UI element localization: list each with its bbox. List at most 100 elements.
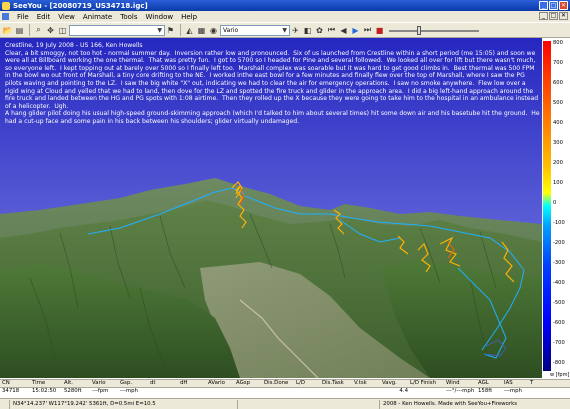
view-mode-select[interactable]: Vario ▼	[220, 24, 290, 36]
toolbar: 📂 ▤ ⌕ ✥ ◫ ▼ ⚑ ◭ ▦ ◉ Vario ▼ ✈ ◧ ✿ ⏮ ◀ ▶ ⏭…	[0, 22, 570, 38]
fast-forward-icon[interactable]: ⏭	[362, 25, 373, 36]
menu-help[interactable]: Help	[177, 13, 201, 21]
cell-vario: ---fpm	[92, 388, 109, 394]
cell-alt: 5280ft	[64, 388, 82, 394]
camera-icon[interactable]: ◧	[302, 25, 313, 36]
col-ld-finish[interactable]: L/D Finish	[408, 380, 444, 387]
globe-icon[interactable]: ◉	[208, 25, 219, 36]
scale-tick: -600	[553, 320, 565, 326]
menu-bar: File Edit View Animate Tools Window Help…	[0, 11, 570, 22]
col-dh[interactable]: dH	[178, 380, 206, 387]
cell-wind: ---°/---mph	[446, 388, 475, 394]
doc-minimize-button[interactable]: _	[539, 12, 548, 20]
animation-speed-slider[interactable]	[389, 25, 479, 36]
save-icon[interactable]: ▤	[14, 25, 25, 36]
menu-file[interactable]: File	[13, 13, 33, 21]
col-gsp[interactable]: Gsp.	[118, 380, 148, 387]
col-ld[interactable]: L/D	[294, 380, 320, 387]
status-indicator	[0, 399, 10, 409]
open-folder-icon[interactable]: 📂	[2, 25, 13, 36]
cell-dis-task	[320, 388, 352, 397]
col-dt[interactable]: dt	[148, 380, 178, 387]
col-agl[interactable]: AGL	[476, 380, 502, 387]
minimize-button[interactable]: _	[539, 1, 548, 10]
color-gradient-bar	[543, 41, 551, 371]
scale-tick: 0	[553, 200, 557, 206]
menu-window[interactable]: Window	[142, 13, 178, 21]
scale-tick: 600	[553, 80, 563, 86]
scale-tick: -700	[553, 340, 565, 346]
scale-tick: -800	[553, 360, 565, 366]
document-window-controls: _ □ ✕	[539, 12, 568, 20]
col-cn[interactable]: CN	[0, 380, 30, 387]
stop-icon[interactable]: ■	[374, 25, 385, 36]
flight-marker-icon[interactable]: ✈	[290, 25, 301, 36]
scale-tick: 500	[553, 100, 563, 106]
col-alt[interactable]: Alt.	[62, 380, 90, 387]
flight-data-table: CN Time Alt. Vario Gsp. dt dH AVario AGs…	[0, 378, 570, 398]
scale-tick: -200	[553, 240, 565, 246]
window-controls: _ □ ✕	[539, 1, 568, 10]
col-ias[interactable]: IAS	[502, 380, 528, 387]
flight-select[interactable]: ▼	[69, 24, 165, 36]
menu-edit[interactable]: Edit	[33, 13, 55, 21]
table-header-row: CN Time Alt. Vario Gsp. dt dH AVario AGs…	[0, 379, 570, 388]
task-icon[interactable]: ⚑	[165, 25, 176, 36]
maximize-button[interactable]: □	[549, 1, 558, 10]
3d-view-icon[interactable]: ◭	[184, 25, 195, 36]
scale-tick: 100	[553, 180, 563, 186]
cell-agsp	[234, 388, 262, 397]
toolbar-separator	[180, 24, 181, 36]
zoom-icon[interactable]: ⌕	[33, 25, 44, 36]
col-wind[interactable]: Wind	[444, 380, 476, 387]
scale-tick: -300	[553, 260, 565, 266]
3d-flight-view[interactable]: Crestline, 19 July 2008 - US 166, Ken Ho…	[0, 38, 542, 378]
colors-icon[interactable]: ✿	[314, 25, 325, 36]
step-back-icon[interactable]: ◀	[338, 25, 349, 36]
pan-icon[interactable]: ✥	[45, 25, 56, 36]
app-icon	[2, 1, 10, 10]
play-icon[interactable]: ▶	[350, 25, 361, 36]
cell-agl: 158ft	[478, 388, 493, 394]
menu-tools[interactable]: Tools	[116, 13, 141, 21]
doc-close-button[interactable]: ✕	[559, 12, 568, 20]
scale-tick: -500	[553, 300, 565, 306]
status-credit: 2008 - Ken Howells. Made with SeeYou+Fir…	[383, 400, 518, 407]
scale-tick: -100	[553, 220, 565, 226]
col-time[interactable]: Time	[30, 380, 62, 387]
layers-icon[interactable]: ◫	[57, 25, 68, 36]
scale-tick: 300	[553, 140, 563, 146]
col-vario[interactable]: Vario	[90, 380, 118, 387]
col-dis-task[interactable]: Dis.Task	[320, 380, 352, 387]
scale-tick: 800	[553, 40, 563, 46]
col-vavg[interactable]: Vavg.	[380, 380, 408, 387]
map-icon[interactable]: ▦	[196, 25, 207, 36]
col-dis-done[interactable]: Dis.Done	[262, 380, 294, 387]
cell-task-note: 4.4	[399, 388, 408, 394]
col-t[interactable]: T	[528, 380, 540, 387]
col-vtsk[interactable]: V.tsk	[352, 380, 380, 387]
scale-tick: 400	[553, 120, 563, 126]
document-icon[interactable]	[2, 13, 9, 20]
cell-ld-finish	[408, 388, 444, 397]
cell-dis-done	[262, 388, 294, 397]
notes-header: Crestline, 19 July 2008 - US 166, Ken Ho…	[5, 42, 143, 49]
status-coordinates: N34°14.237' W117°19.242' 5361ft, D=0.5mi…	[10, 399, 238, 409]
cell-ias: ---mph	[504, 388, 522, 394]
rewind-icon[interactable]: ⏮	[326, 25, 337, 36]
col-agsp[interactable]: AGsp	[234, 380, 262, 387]
cell-gsp: ---mph	[120, 388, 138, 394]
col-avario[interactable]: AVario	[206, 380, 234, 387]
slider-thumb[interactable]	[417, 25, 421, 35]
menu-animate[interactable]: Animate	[79, 13, 116, 21]
notes-paragraph-1: Clear, a bit smoggy, not too hot - norma…	[5, 49, 541, 110]
table-row[interactable]: 34718 15:02:50 5280ft ---fpm ---mph 4.4 …	[0, 388, 570, 397]
status-empty	[238, 399, 380, 409]
slider-track	[389, 29, 479, 32]
window-title: SeeYou - [20080719_US34718.igc]	[13, 1, 148, 10]
doc-restore-button[interactable]: □	[549, 12, 558, 20]
close-button[interactable]: ✕	[559, 1, 568, 10]
status-bar: N34°14.237' W117°19.242' 5361ft, D=0.5mi…	[0, 398, 570, 409]
menu-view[interactable]: View	[54, 13, 79, 21]
scale-tick: 200	[553, 160, 563, 166]
